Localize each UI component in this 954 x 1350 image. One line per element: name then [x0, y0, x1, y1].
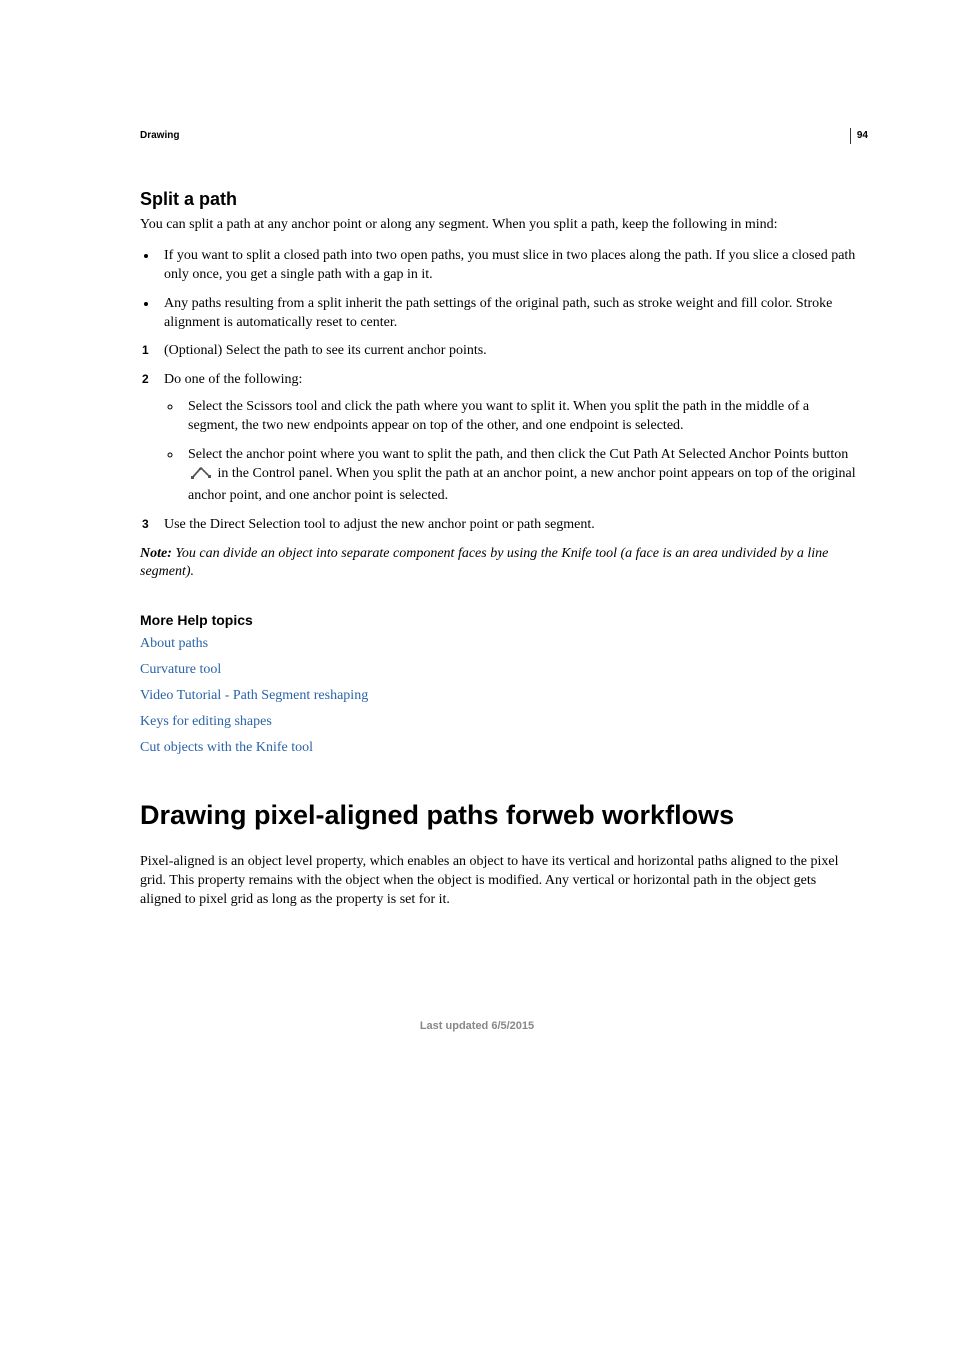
steps-list: 1 (Optional) Select the path to see its … — [140, 342, 859, 534]
step-item: 1 (Optional) Select the path to see its … — [140, 342, 859, 361]
step-number: 2 — [142, 371, 149, 387]
substep-text-before: Select the anchor point where you want t… — [188, 447, 848, 462]
step-item: 3 Use the Direct Selection tool to adjus… — [140, 516, 859, 535]
step-text: (Optional) Select the path to see its cu… — [164, 342, 859, 361]
footer-last-updated: Last updated 6/5/2015 — [0, 1020, 954, 1032]
related-link[interactable]: Video Tutorial - Path Segment reshaping — [140, 688, 368, 703]
chapter-label: Drawing — [140, 130, 859, 141]
related-links: About paths Curvature tool Video Tutoria… — [140, 636, 859, 756]
step-substeps: Select the Scissors tool and click the p… — [164, 398, 859, 505]
next-section-body: Pixel-aligned is an object level propert… — [140, 853, 859, 910]
related-heading: More Help topics — [140, 612, 859, 628]
substep-text-after: in the Control panel. When you split the… — [188, 466, 856, 503]
step-item: 2 Do one of the following: Select the Sc… — [140, 371, 859, 505]
note-body: You can divide an object into separate c… — [140, 546, 828, 580]
page-number: 94 — [850, 128, 868, 144]
step-number: 1 — [142, 342, 149, 358]
intro-bullets: If you want to split a closed path into … — [140, 247, 859, 333]
substep-item: Select the anchor point where you want t… — [182, 446, 859, 506]
next-section-heading: Drawing pixel-aligned paths forweb workf… — [140, 800, 859, 831]
related-link[interactable]: Keys for editing shapes — [140, 714, 272, 729]
section-intro: You can split a path at any anchor point… — [140, 216, 859, 235]
intro-bullet: If you want to split a closed path into … — [158, 247, 859, 285]
step-text: Do one of the following: — [164, 371, 859, 390]
step-text: Use the Direct Selection tool to adjust … — [164, 516, 859, 535]
note: Note: You can divide an object into sepa… — [140, 545, 859, 583]
related-link[interactable]: About paths — [140, 636, 208, 651]
section-heading: Split a path — [140, 189, 859, 210]
related-link[interactable]: Curvature tool — [140, 662, 221, 677]
cut-path-icon — [190, 466, 212, 487]
substep-item: Select the Scissors tool and click the p… — [182, 398, 859, 436]
intro-bullet: Any paths resulting from a split inherit… — [158, 295, 859, 333]
step-number: 3 — [142, 516, 149, 532]
related-link[interactable]: Cut objects with the Knife tool — [140, 740, 313, 755]
note-label: Note: — [140, 546, 172, 561]
